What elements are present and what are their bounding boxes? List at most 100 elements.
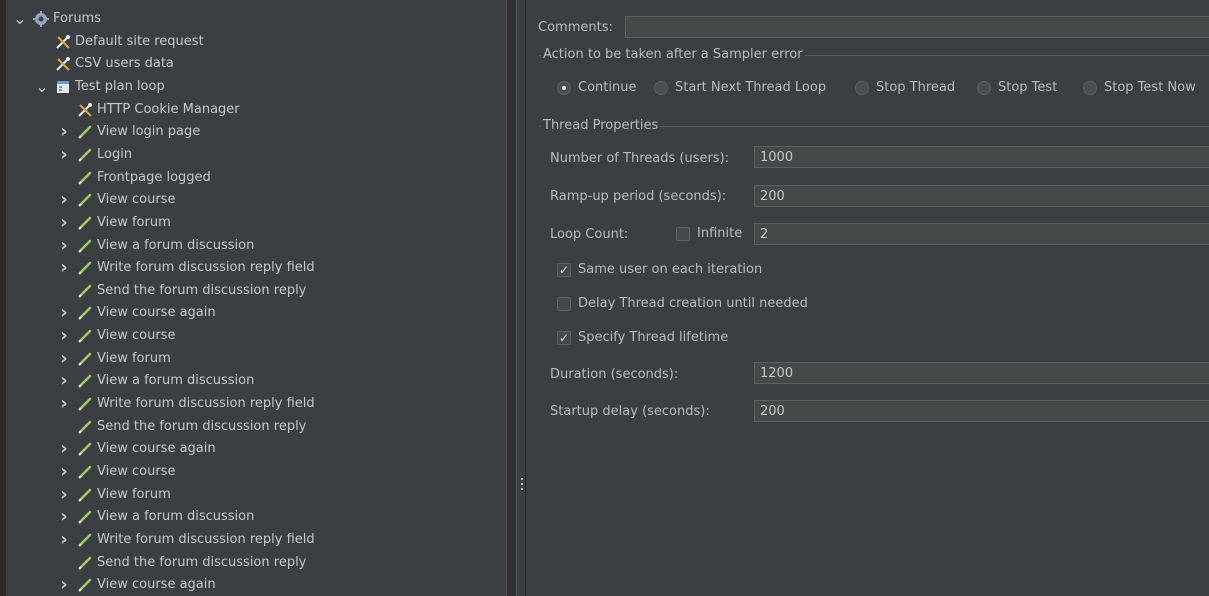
thread-lifetime-checkbox-box[interactable]: ✓ [557,330,571,345]
radio-continue[interactable]: Continue [557,80,636,95]
radio-continue-label: Continue [578,80,637,95]
tree-node[interactable]: › View a forum discussion [58,370,254,392]
radio-stop-test[interactable]: Stop Test [977,80,1057,95]
tree-node[interactable]: › Login [58,144,132,166]
chevron-right-icon[interactable]: › [58,506,70,528]
chevron-right-icon[interactable]: › [58,484,70,506]
tree-node[interactable]: › View a forum discussion [58,506,254,528]
tree-node[interactable]: › View course [58,461,175,483]
tree-node-label: View forum [97,350,171,366]
sampler-error-title: Action to be taken after a Sampler error [541,47,805,62]
radio-start-next-thread-loop-indicator[interactable] [654,80,668,95]
tree-node[interactable]: ›HTTP Cookie Manager [58,99,240,121]
threads-input[interactable]: 1000 [754,146,1209,168]
radio-stop-test-now-indicator[interactable] [1083,80,1097,95]
chevron-right-icon[interactable]: › [58,144,70,166]
startup-delay-input[interactable]: 200 [754,400,1209,422]
chevron-right-icon[interactable]: › [58,212,70,234]
tree-node-label: View course again [97,305,216,321]
tree-node[interactable]: ›Send the forum discussion reply [58,416,306,438]
chevron-right-icon[interactable]: › [58,325,70,347]
sampler-pipette-icon [76,214,94,232]
comments-input[interactable] [625,16,1209,38]
test-plan-tree[interactable]: ⌄Forums›Default site request›CSV users d… [0,0,505,596]
chevron-right-icon[interactable]: › [58,461,70,483]
tree-node[interactable]: › View forum [58,348,171,370]
tree-node[interactable]: › View course [58,325,175,347]
thread-lifetime-checkbox-label: Specify Thread lifetime [578,330,729,345]
tree-node[interactable]: › View course [58,189,175,211]
tree-node[interactable]: › Write forum discussion reply field [58,529,314,551]
delay-thread-checkbox-box[interactable] [557,296,571,311]
tree-node[interactable]: ⌄ Forums [13,8,101,30]
gear-icon [32,10,50,28]
tree-node[interactable]: › Write forum discussion reply field [58,393,314,415]
thread-props-title: Thread Properties [541,118,661,133]
tree-node[interactable]: ⌄ Test plan loop [35,76,165,98]
chevron-down-icon[interactable]: ⌄ [35,76,48,98]
tree-node-label: Test plan loop [75,78,165,94]
radio-stop-test-indicator[interactable] [977,80,991,95]
tree-node[interactable]: › Write forum discussion reply field [58,257,315,279]
radio-start-next-thread-loop[interactable]: Start Next Thread Loop [654,80,826,95]
tree-node[interactable]: ›Send the forum discussion reply [58,552,306,574]
loop-count-input[interactable]: 2 [754,223,1209,245]
chevron-right-icon[interactable]: › [58,393,70,415]
infinite-checkbox-box[interactable] [676,226,690,241]
sampler-pipette-icon [76,146,94,164]
tree-node[interactable]: › View a forum discussion [58,235,254,257]
tree-node-label: View a forum discussion [97,509,255,525]
infinite-checkbox[interactable]: Infinite [676,226,742,241]
radio-stop-test-label: Stop Test [998,80,1058,95]
tree-node-label: Login [97,146,133,162]
chevron-right-icon[interactable]: › [58,257,70,279]
chevron-right-icon[interactable]: › [58,235,70,257]
tree-node[interactable]: › View course again [58,574,216,596]
chevron-right-icon[interactable]: › [58,370,70,392]
tree-node-label: View course [97,192,176,208]
sampler-pipette-icon [76,169,94,187]
tree-node[interactable]: ›Frontpage logged [58,167,211,189]
tools-icon [54,33,72,51]
threads-label: Number of Threads (users): [550,151,730,166]
tree-node[interactable]: › View course again [58,438,215,460]
delay-thread-checkbox[interactable]: Delay Thread creation until needed [557,296,808,311]
thread-lifetime-checkbox[interactable]: ✓ Specify Thread lifetime [557,330,728,345]
thread-group-config-panel: Comments: Action to be taken after a Sam… [527,0,1209,596]
chevron-right-icon[interactable]: › [58,574,70,596]
tree-node-label: Write forum discussion reply field [97,260,315,276]
chevron-down-icon[interactable]: ⌄ [13,8,26,30]
tree-node[interactable]: ›Default site request [36,31,204,53]
same-user-checkbox[interactable]: ✓ Same user on each iteration [557,262,762,277]
rampup-input[interactable]: 200 [754,185,1209,207]
chevron-right-icon[interactable]: › [58,529,70,551]
tree-node[interactable]: › View course again [58,302,216,324]
tree-node-label: View course again [97,577,216,593]
tree-edge [0,0,6,596]
panel-splitter[interactable] [505,0,527,596]
radio-stop-test-now[interactable]: Stop Test Now [1083,80,1196,95]
chevron-right-icon[interactable]: › [58,302,70,324]
splitter-grip-icon[interactable] [521,478,524,494]
radio-stop-thread-indicator[interactable] [855,80,869,95]
chevron-right-icon[interactable]: › [58,121,70,143]
chevron-right-icon[interactable]: › [58,348,70,370]
radio-continue-indicator[interactable] [557,80,571,95]
tree-node[interactable]: › View login page [58,121,200,143]
tree-node[interactable]: › View forum [58,212,170,234]
radio-stop-thread[interactable]: Stop Thread [855,80,955,95]
same-user-checkbox-box[interactable]: ✓ [557,262,571,277]
tree-node[interactable]: › View forum [58,484,170,506]
sampler-pipette-icon [76,531,94,549]
tree-node[interactable]: ›Send the forum discussion reply [58,280,306,302]
tree-node[interactable]: ›CSV users data [36,53,174,75]
splitter-divider [525,0,526,596]
tree-node-label: Send the forum discussion reply [97,554,307,570]
chevron-right-icon[interactable]: › [58,438,70,460]
duration-label: Duration (seconds): [550,367,679,382]
sampler-pipette-icon [76,191,94,209]
sampler-pipette-icon [76,395,94,413]
duration-input[interactable]: 1200 [754,362,1209,384]
chevron-right-icon[interactable]: › [58,189,70,211]
comments-label: Comments: [538,20,613,35]
